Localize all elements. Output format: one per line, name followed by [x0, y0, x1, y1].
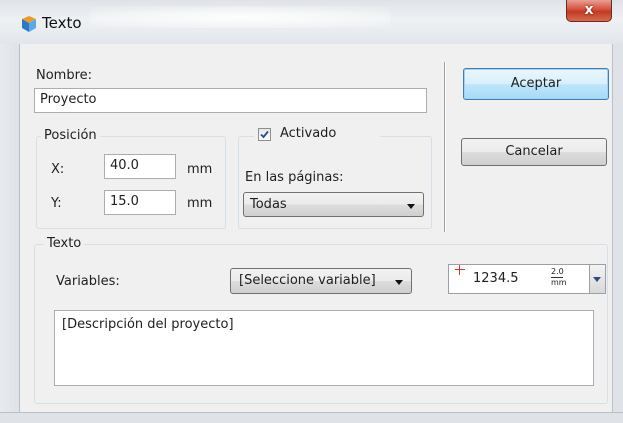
posicion-group-title: Posición [41, 128, 100, 143]
paginas-select[interactable]: Todas [243, 192, 424, 217]
activado-checkbox[interactable] [258, 128, 271, 141]
activado-label: Activado [280, 126, 337, 141]
chevron-down-icon [593, 277, 601, 282]
chevron-down-icon [395, 280, 403, 285]
paginas-label: En las páginas: [245, 170, 344, 185]
y-label: Y: [51, 196, 62, 211]
nombre-input[interactable]: Proyecto [34, 88, 427, 113]
cursor-marker-icon [459, 265, 460, 275]
y-input[interactable]: 15.0 [104, 190, 176, 215]
nombre-label: Nombre: [36, 68, 93, 83]
variables-select[interactable]: [Seleccione variable] [230, 268, 412, 294]
size-unit: mm [551, 278, 567, 287]
close-button[interactable]: x [566, 0, 612, 22]
size-top-value: 2.0 [551, 267, 564, 276]
y-unit: mm [187, 196, 213, 211]
texto-group-title: Texto [44, 236, 85, 251]
dialog-window: Texto x Nombre: Proyecto Posición X: 40.… [0, 0, 623, 423]
cancelar-button[interactable]: Cancelar [461, 138, 607, 166]
chevron-down-icon [407, 204, 415, 209]
close-icon: x [584, 2, 594, 18]
variables-label: Variables: [56, 274, 120, 289]
x-unit: mm [187, 162, 213, 177]
aceptar-button[interactable]: Aceptar [463, 68, 609, 100]
vertical-divider [444, 62, 446, 232]
x-label: X: [51, 162, 65, 177]
size-preview-value: 1234.5 [473, 271, 519, 286]
posicion-group [36, 136, 226, 229]
texto-content-textarea[interactable]: [Descripción del proyecto] [54, 310, 594, 386]
title-bar[interactable]: Texto x [0, 0, 623, 44]
app-pencil-icon [20, 15, 38, 33]
size-dropdown-button[interactable] [589, 264, 606, 294]
dialog-body: Nombre: Proyecto Posición X: 40.0 mm Y: … [20, 44, 612, 412]
activado-checkbox-row[interactable]: Activado [254, 124, 380, 144]
font-size-preview[interactable]: 1234.5 2.0 mm [448, 264, 590, 294]
window-title: Texto [42, 14, 82, 32]
x-input[interactable]: 40.0 [104, 154, 176, 179]
